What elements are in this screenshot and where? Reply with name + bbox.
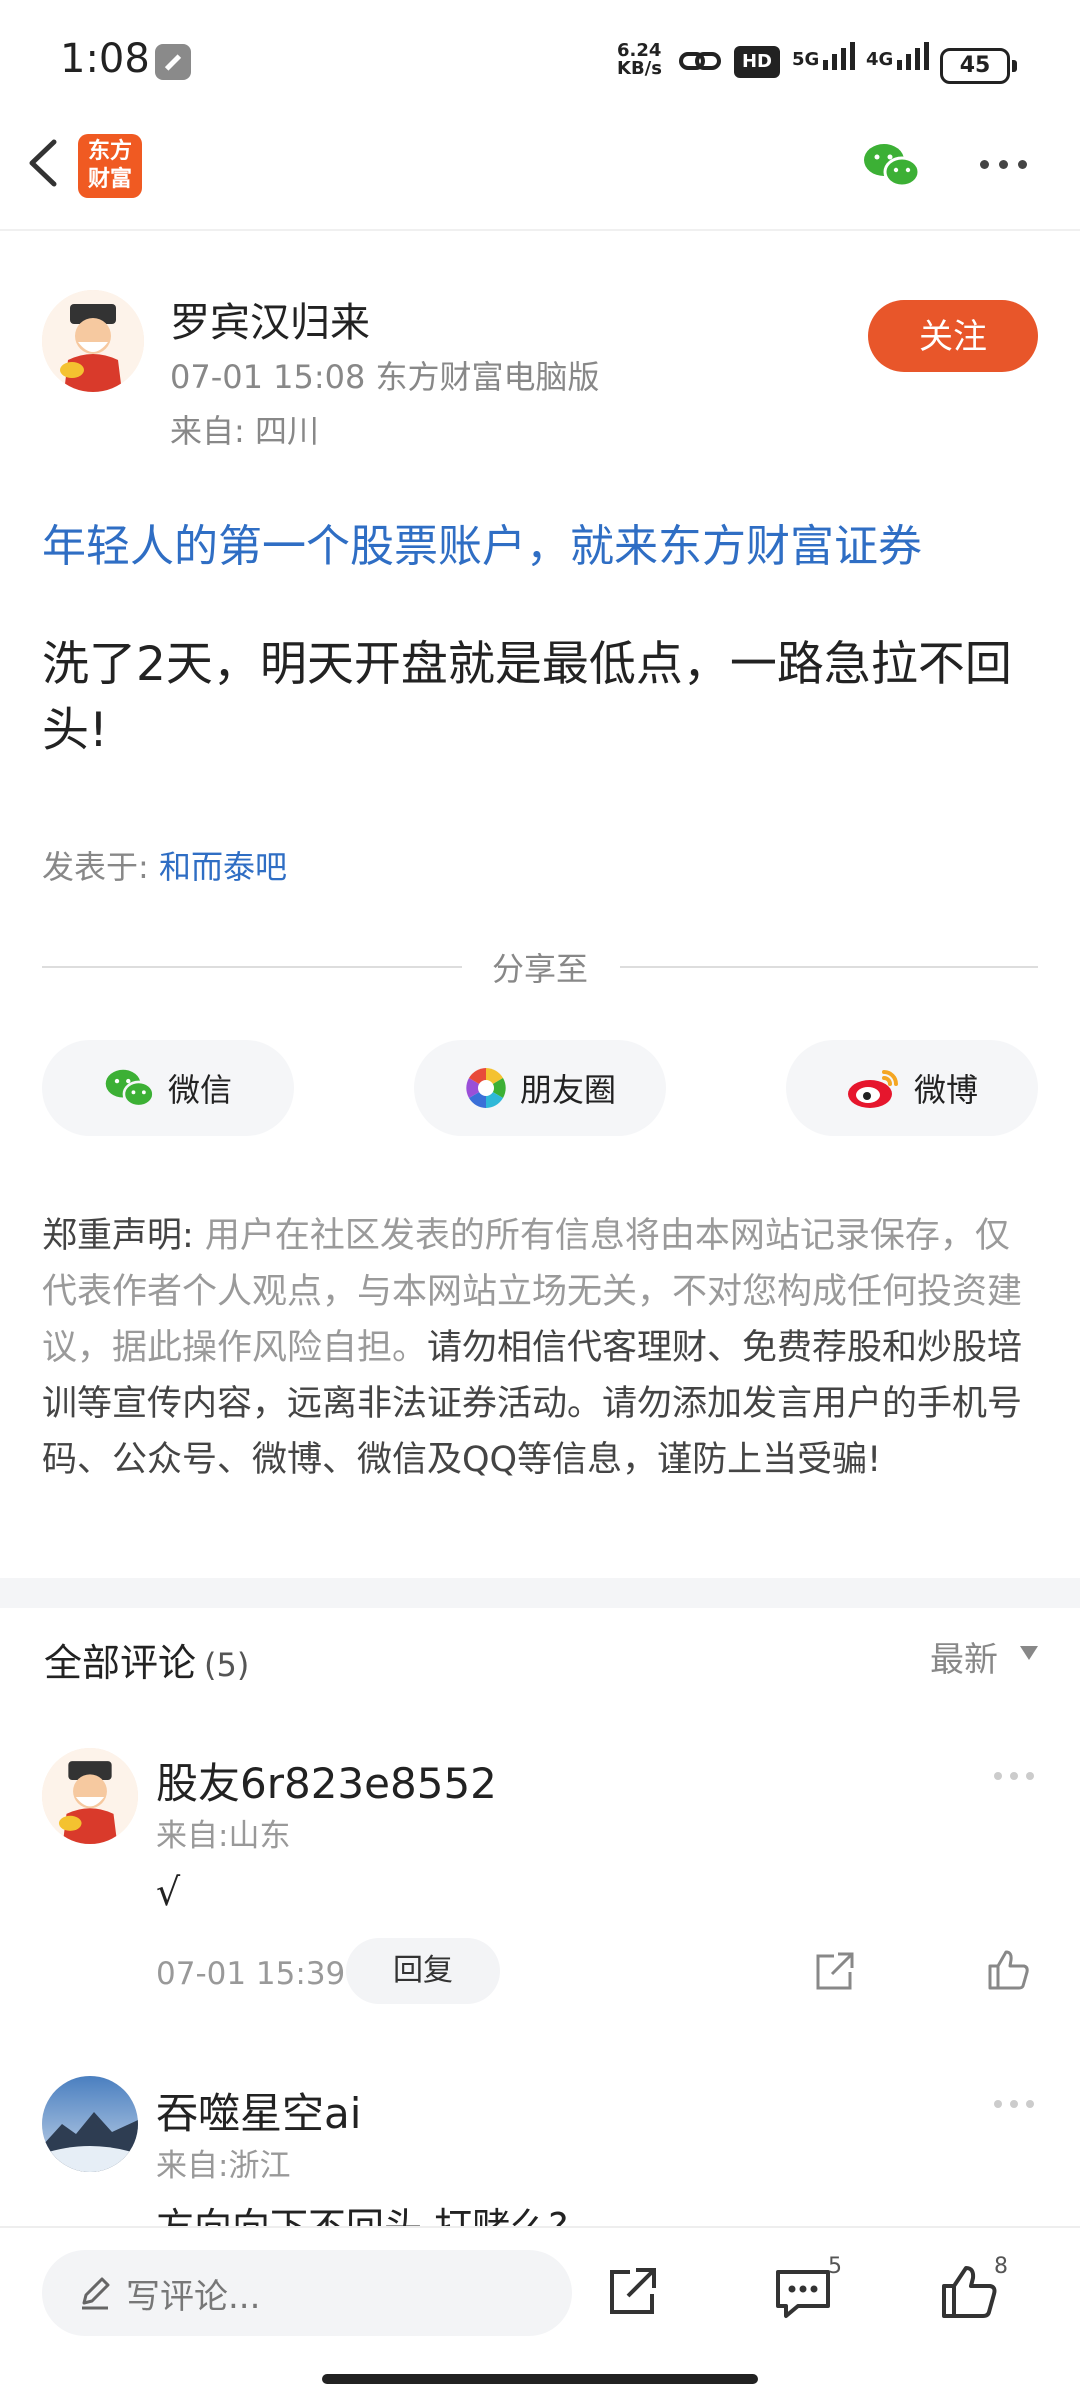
logo-text-line2: 财富 [87,167,132,192]
share-comment-icon[interactable] [812,1950,856,1994]
divider-line [42,966,462,968]
share-wechat-label: 微信 [167,1071,232,1109]
wechat-share-icon[interactable] [862,140,922,190]
weibo-icon [847,1070,898,1108]
share-weibo-button[interactable]: 微博 [786,1040,1038,1136]
header-divider [0,229,1080,231]
caishen-avatar-icon [42,290,144,392]
sort-dropdown[interactable]: 最新 [930,1632,998,1681]
commenter-avatar[interactable] [42,1748,138,1844]
wechat-icon [105,1069,155,1108]
hd-voice-badge: HD [734,46,780,78]
bar-link[interactable]: 和而泰吧 [159,848,287,886]
like-count-badge: 8 [994,2254,1008,2279]
share-moments-button[interactable]: 朋友圈 [414,1040,666,1136]
reply-button[interactable]: 回复 [346,1938,500,2004]
commenter-location: 来自:山东 [156,1818,291,1854]
home-indicator[interactable] [322,2374,758,2384]
comment-count-badge: 5 [828,2254,842,2279]
like-comment-icon[interactable] [986,1948,1030,1992]
caishen-avatar-icon [42,1748,138,1844]
mountain-avatar-icon [42,2076,138,2172]
moments-icon [466,1068,506,1108]
post-meta: 07-01 15:08 东方财富电脑版 [170,358,600,396]
signal-5g: 5G [792,42,856,70]
signal-bars-icon [823,42,856,70]
comment-input-placeholder: 写评论... [126,2276,261,2317]
author-avatar[interactable] [42,290,144,392]
posted-in-label: 发表于: [42,848,159,886]
comments-title: 全部评论 [44,1641,197,1685]
author-name[interactable]: 罗宾汉归来 [170,290,370,348]
follow-button[interactable]: 关注 [868,300,1038,372]
posted-in: 发表于: 和而泰吧 [42,842,287,888]
link-icon [679,52,721,70]
dropdown-triangle-icon[interactable] [1020,1646,1038,1660]
comments-header: 全部评论 (5) [44,1632,249,1687]
wrench-icon [155,44,191,80]
signal-4g-label: 4G [866,49,894,70]
comment-icon[interactable] [774,2266,832,2322]
share-wechat-button[interactable]: 微信 [42,1040,294,1136]
network-speed: 6.24 KB/s [617,42,662,78]
promo-link[interactable]: 年轻人的第一个股票账户，就来东方财富证券 [42,510,922,574]
comment-text: √ [156,1870,181,1914]
app-logo[interactable]: 东方 财富 [78,134,142,198]
signal-5g-label: 5G [792,49,820,70]
share-moments-label: 朋友圈 [519,1071,616,1109]
comment-more-icon[interactable] [994,1772,1034,1780]
disclaimer-label: 郑重声明: [42,1216,194,1256]
comment-input[interactable]: 写评论... [42,2250,572,2336]
share-icon[interactable] [604,2264,660,2320]
share-weibo-label: 微博 [913,1071,978,1109]
commenter-name[interactable]: 吞噬星空ai [156,2080,361,2141]
status-time: 1:08 [60,36,150,82]
pencil-icon [82,2277,110,2310]
section-divider [0,1578,1080,1608]
comment-more-icon[interactable] [994,2100,1034,2108]
disclaimer: 郑重声明: 用户在社区发表的所有信息将由本网站记录保存，仅代表作者个人观点，与本… [42,1208,1042,1488]
share-title: 分享至 [491,950,588,988]
post-body: 洗了2天，明天开盘就是最低点，一路急拉不回头! [42,637,1012,758]
signal-4g: 4G [866,42,930,70]
commenter-location: 来自:浙江 [156,2148,291,2184]
commenter-name[interactable]: 股友6r823e8552 [156,1750,497,1811]
logo-text-line1: 东方 [87,139,132,164]
back-arrow-icon[interactable] [22,138,66,188]
network-speed-unit: KB/s [617,58,662,79]
more-options-icon[interactable] [980,160,1027,169]
comment-time: 07-01 15:39 [156,1956,346,1992]
author-location: 来自: 四川 [170,412,319,450]
commenter-avatar[interactable] [42,2076,138,2172]
signal-bars-icon [897,42,930,70]
battery-icon: 45 [940,48,1017,84]
like-icon[interactable] [940,2262,998,2320]
comments-count: (5) [204,1646,250,1684]
divider-line [620,966,1038,968]
